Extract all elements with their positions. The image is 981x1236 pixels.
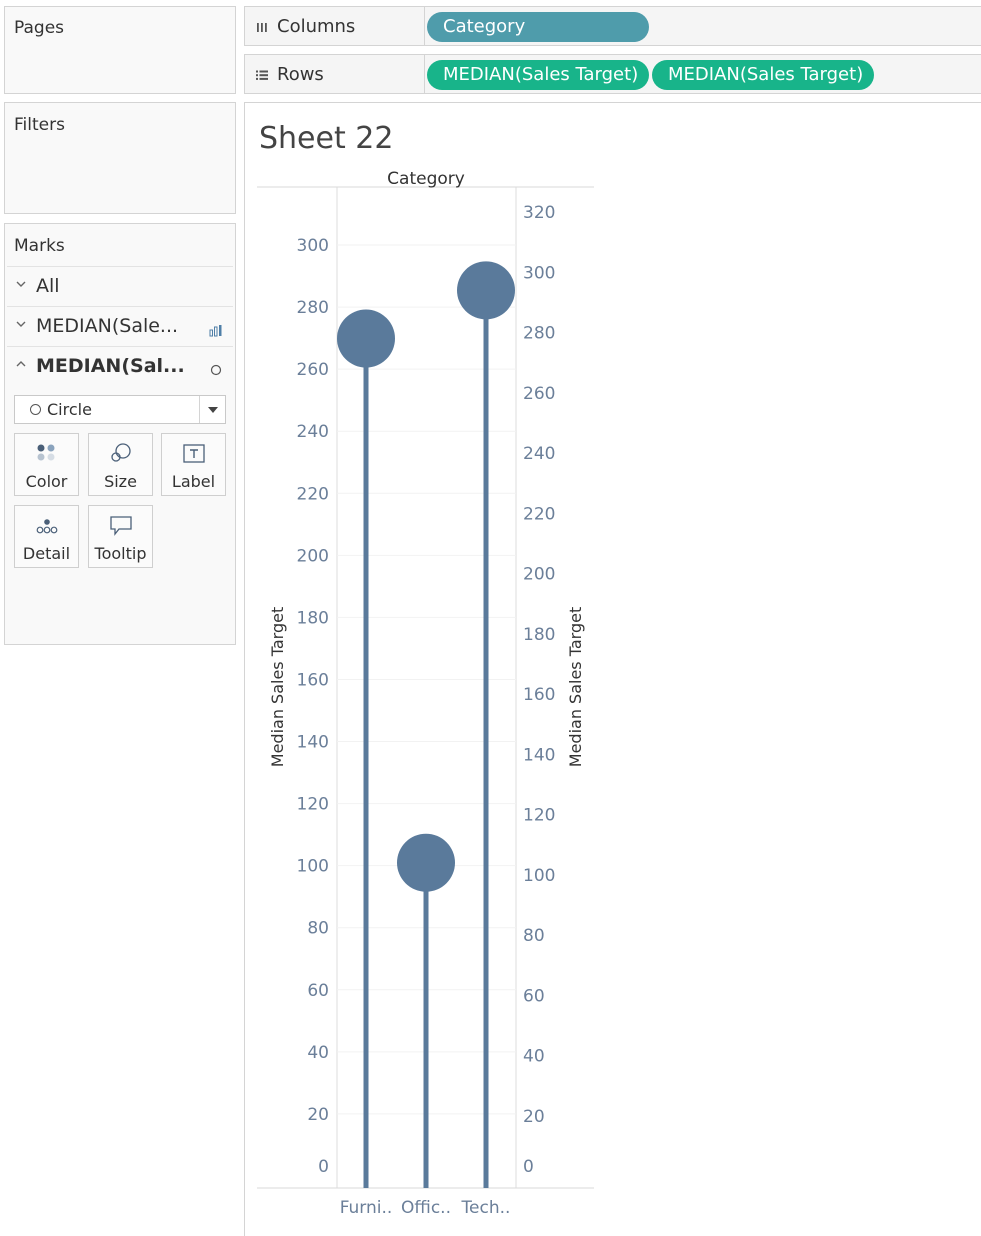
mark-type-value: Circle <box>47 400 92 419</box>
columns-shelf-label: Columns <box>245 7 425 45</box>
worksheet-view[interactable]: Sheet 22 Category 0 20 40 60 80 100 120 140 160 18… <box>244 102 981 1236</box>
marks-row-median-bar[interactable]: MEDIAN(Sale... <box>7 306 233 346</box>
lollipop-circle <box>457 261 515 320</box>
rows-shelf-label: Rows <box>245 55 425 93</box>
lollipop-circle <box>397 833 455 892</box>
category-pill[interactable]: Category <box>427 12 649 42</box>
columns-icon <box>255 19 269 33</box>
size-button[interactable]: Size <box>88 433 153 496</box>
columns-label-text: Columns <box>277 16 356 37</box>
marks-card[interactable]: Marks All MEDIAN(Sale... MEDIAN(Sal... C… <box>4 223 236 645</box>
filters-card-title: Filters <box>14 115 65 135</box>
rows-label-text: Rows <box>277 64 324 85</box>
tooltip-icon <box>108 514 134 538</box>
y-axis-tick-label: 240 <box>297 422 329 442</box>
size-icon <box>108 442 134 466</box>
color-icon <box>34 442 60 466</box>
y2-axis-tick-label: 140 <box>523 745 555 765</box>
median-sales-target-pill-1[interactable]: MEDIAN(Sales Target) <box>427 60 649 90</box>
circle-icon <box>209 360 223 376</box>
y-axis-tick-label: 0 <box>318 1157 329 1177</box>
y-axis-tick-label: 60 <box>307 981 329 1001</box>
y2-axis-tick-label: 0 <box>523 1157 534 1177</box>
bar-chart-icon <box>209 320 223 337</box>
lollipop-stem <box>483 263 489 1188</box>
color-button[interactable]: Color <box>14 433 79 496</box>
y-axis-tick-label: 40 <box>307 1043 329 1063</box>
label-button-label: Label <box>171 472 216 491</box>
lollipop-chart[interactable]: Category02040608010012014016018020022024… <box>245 103 981 1236</box>
detail-icon <box>34 514 60 538</box>
tooltip-button-label: Tooltip <box>94 544 147 563</box>
rows-icon <box>255 67 269 81</box>
x-axis-category-label: Offic.. <box>401 1198 451 1218</box>
y2-axis-tick-label: 220 <box>523 504 555 524</box>
y-axis-tick-label: 260 <box>297 360 329 380</box>
chevron-down-icon[interactable] <box>15 278 27 290</box>
label-button[interactable]: Label <box>161 433 226 496</box>
y2-axis-tick-label: 240 <box>523 444 555 464</box>
y2-axis-tick-label: 120 <box>523 806 555 826</box>
pages-card[interactable]: Pages <box>4 6 236 94</box>
y-axis-tick-label: 200 <box>297 546 329 566</box>
y2-axis-tick-label: 160 <box>523 685 555 705</box>
y-axis-tick-label: 120 <box>297 795 329 815</box>
lollipop-circle <box>337 309 395 368</box>
y2-axis-tick-label: 300 <box>523 263 555 283</box>
y-axis-tick-label: 180 <box>297 608 329 628</box>
chevron-up-icon[interactable] <box>15 358 27 370</box>
y2-axis-tick-label: 60 <box>523 986 545 1006</box>
pages-card-title: Pages <box>14 18 65 38</box>
median-sales-target-pill-2[interactable]: MEDIAN(Sales Target) <box>652 60 874 90</box>
y-axis-tick-label: 100 <box>297 857 329 877</box>
x-axis-category-label: Furni.. <box>340 1198 393 1218</box>
y2-axis-tick-label: 280 <box>523 324 555 344</box>
color-button-label: Color <box>25 472 68 491</box>
mark-type-dropdown[interactable]: Circle <box>14 395 226 424</box>
y-axis-tick-label: 20 <box>307 1105 329 1125</box>
detail-button-label: Detail <box>22 544 71 563</box>
filters-card[interactable]: Filters <box>4 102 236 214</box>
marks-row-median-circle[interactable]: MEDIAN(Sal... <box>7 346 233 386</box>
columns-shelf[interactable]: Columns Category <box>244 6 981 46</box>
y2-axis-tick-label: 180 <box>523 625 555 645</box>
dropdown-arrow-icon[interactable] <box>199 396 225 423</box>
y-axis-tick-label: 280 <box>297 298 329 318</box>
rows-shelf[interactable]: Rows MEDIAN(Sales Target) MEDIAN(Sales T… <box>244 54 981 94</box>
y2-axis-tick-label: 200 <box>523 565 555 585</box>
y-axis-tick-label: 80 <box>307 919 329 939</box>
marks-row-label: All <box>36 275 60 297</box>
lollipop-stem <box>363 313 369 1188</box>
y2-axis-tick-label: 20 <box>523 1107 545 1127</box>
lollipop-stem <box>423 853 429 1188</box>
label-icon <box>181 442 207 466</box>
x-axis-category-label: Tech.. <box>461 1198 511 1218</box>
size-button-label: Size <box>104 472 137 491</box>
marks-row-label: MEDIAN(Sal... <box>36 355 185 377</box>
y-axis-tick-label: 220 <box>297 484 329 504</box>
marks-row-all[interactable]: All <box>7 266 233 306</box>
circle-icon <box>30 404 41 415</box>
marks-card-title: Marks <box>14 236 65 256</box>
detail-button[interactable]: Detail <box>14 505 79 568</box>
column-header-title: Category <box>387 169 465 189</box>
y2-axis-tick-label: 40 <box>523 1047 545 1067</box>
marks-row-label: MEDIAN(Sale... <box>36 315 179 337</box>
y2-axis-tick-label: 100 <box>523 866 555 886</box>
y2-axis-tick-label: 260 <box>523 384 555 404</box>
chevron-down-icon[interactable] <box>15 318 27 330</box>
y-axis-tick-label: 160 <box>297 670 329 690</box>
y-axis-title: Median Sales Target <box>268 607 287 767</box>
y2-axis-tick-label: 80 <box>523 926 545 946</box>
y2-axis-title: Median Sales Target <box>566 607 585 767</box>
tooltip-button[interactable]: Tooltip <box>88 505 153 568</box>
y-axis-tick-label: 300 <box>297 236 329 256</box>
y2-axis-tick-label: 320 <box>523 203 555 223</box>
y-axis-tick-label: 140 <box>297 733 329 753</box>
